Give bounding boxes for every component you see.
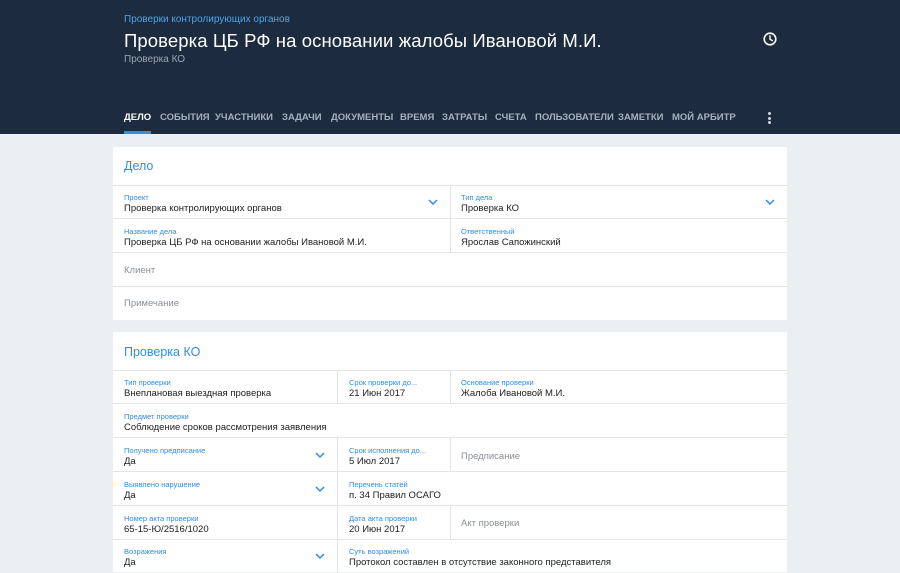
violation-value: Да [124,490,136,501]
act-date-value: 20 Июн 2017 [349,524,406,535]
chevron-down-icon[interactable] [315,553,325,559]
execution-deadline-value: 5 Июл 2017 [349,456,400,467]
inspection-subject-label: Предмет проверки [124,412,189,421]
page-title: Проверка ЦБ РФ на основании жалобы Ивано… [124,30,602,51]
case-card: Дело Проект Проверка контролирующих орга… [113,147,787,320]
order-document-field[interactable]: Предписание [461,451,520,462]
breadcrumb[interactable]: Проверки контролирующих органов [124,14,290,25]
chevron-down-icon[interactable] [765,199,775,205]
tab-users[interactable]: ПОЛЬЗОВАТЕЛИ [535,112,614,123]
execution-deadline-label: Срок исполнения до... [349,446,427,455]
tab-events[interactable]: СОБЫТИЯ [160,112,210,123]
project-value: Проверка контролирующих органов [124,203,282,214]
order-received-label: Получено предписание [124,446,206,455]
tab-expenses[interactable]: ЗАТРАТЫ [442,112,487,123]
objections-essence-label: Суть возражений [349,547,410,556]
tab-documents[interactable]: ДОКУМЕНТЫ [331,112,393,123]
inspection-type-label: Тип проверки [124,378,171,387]
tab-notes[interactable]: ЗАМЕТКИ [618,112,664,123]
case-card-title: Дело [124,159,154,173]
act-number-label: Номер акта проверки [124,514,199,523]
act-document-field[interactable]: Акт проверки [461,518,519,529]
chevron-down-icon[interactable] [428,199,438,205]
responsible-label: Ответственный [461,227,515,236]
inspection-basis-value: Жалоба Ивановой М.И. [461,388,566,399]
tab-tasks[interactable]: ЗАДАЧИ [282,112,322,123]
objections-label: Возражения [124,547,167,556]
app-header: Проверки контролирующих органов Проверка… [0,0,900,134]
inspection-basis-label: Основание проверки [461,378,534,387]
tab-participants[interactable]: УЧАСТНИКИ [215,112,273,123]
chevron-down-icon[interactable] [315,452,325,458]
tab-my-arbitr[interactable]: МОЙ АРБИТР [672,112,736,123]
client-field[interactable]: Клиент [124,265,155,276]
responsible-value: Ярослав Сапожинский [461,237,561,248]
articles-label: Перечень статей [349,480,408,489]
tab-case[interactable]: ДЕЛО [124,112,152,134]
inspection-deadline-value: 21 Июн 2017 [349,388,406,399]
note-field[interactable]: Примечание [124,298,179,309]
inspection-card-title: Проверка КО [124,345,201,359]
chevron-down-icon[interactable] [315,486,325,492]
page-subtitle: Проверка КО [124,54,186,65]
tab-time[interactable]: ВРЕМЯ [400,112,434,123]
inspection-subject-value: Соблюдение сроков рассмотрения заявления [124,422,327,433]
case-name-label: Название дела [124,227,177,236]
inspection-type-value: Внеплановая выездная проверка [124,388,272,399]
tab-invoices[interactable]: СЧЕТА [495,112,527,123]
inspection-card: Проверка КО Тип проверки Внеплановая вые… [113,332,787,573]
act-date-label: Дата акта проверки [349,514,417,523]
act-number-value: 65-15-Ю/2516/1020 [124,524,209,535]
case-type-value: Проверка КО [461,203,520,214]
case-type-label: Тип дела [461,193,493,202]
inspection-deadline-label: Срок проверки до... [349,378,418,387]
project-label: Проект [124,193,149,202]
articles-value: п. 34 Правил ОСАГО [349,490,441,501]
clock-icon[interactable] [763,32,777,46]
order-received-value: Да [124,456,136,467]
violation-label: Выявлено нарушение [124,480,201,489]
case-name-value: Проверка ЦБ РФ на основании жалобы Ивано… [124,237,367,248]
more-vert-icon[interactable] [766,111,774,125]
